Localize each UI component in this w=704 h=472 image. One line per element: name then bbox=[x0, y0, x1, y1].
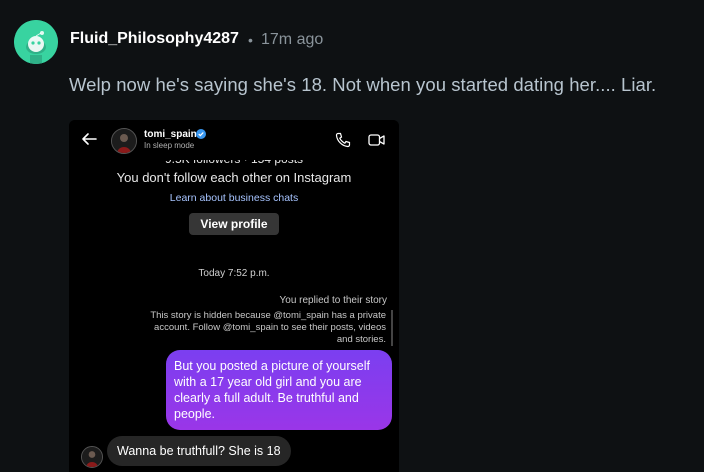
ig-story-reply-label: You replied to their story bbox=[279, 295, 387, 306]
ig-chat-date: Today 7:52 p.m. bbox=[198, 268, 270, 279]
ig-profile-avatar bbox=[111, 128, 137, 154]
user-avatar[interactable] bbox=[14, 20, 58, 64]
comment-image[interactable]: tomi_spain In sleep mode 9.5K followers … bbox=[69, 120, 399, 472]
ig-username: tomi_spain bbox=[144, 129, 197, 140]
snoo-avatar-icon bbox=[14, 20, 58, 64]
verified-badge-icon bbox=[196, 129, 206, 139]
ig-status: In sleep mode bbox=[144, 141, 195, 150]
video-call-icon bbox=[368, 134, 385, 146]
ig-chat-header: tomi_spain In sleep mode bbox=[69, 120, 399, 160]
ig-view-profile-button: View profile bbox=[189, 213, 279, 235]
ig-business-chats-link: Learn about business chats bbox=[169, 192, 299, 204]
phone-call-icon bbox=[335, 132, 351, 148]
profile-photo-icon bbox=[112, 129, 136, 153]
comment-username[interactable]: Fluid_Philosophy4287 bbox=[70, 30, 239, 48]
comment-timestamp[interactable]: 17m ago bbox=[261, 31, 323, 49]
ig-hidden-story-note: This story is hidden because @tomi_spain… bbox=[146, 310, 393, 346]
profile-photo-icon bbox=[82, 447, 102, 467]
ig-follow-status: You don't follow each other on Instagram bbox=[116, 170, 352, 185]
meta-separator: • bbox=[248, 32, 253, 48]
ig-sender-avatar bbox=[81, 446, 103, 468]
ig-sent-message: But you posted a picture of yourself wit… bbox=[166, 350, 392, 430]
comment-body: Welp now he's saying she's 18. Not when … bbox=[69, 74, 657, 95]
back-arrow-icon bbox=[82, 133, 97, 145]
ig-received-message: Wanna be truthfull? She is 18 bbox=[107, 436, 291, 466]
